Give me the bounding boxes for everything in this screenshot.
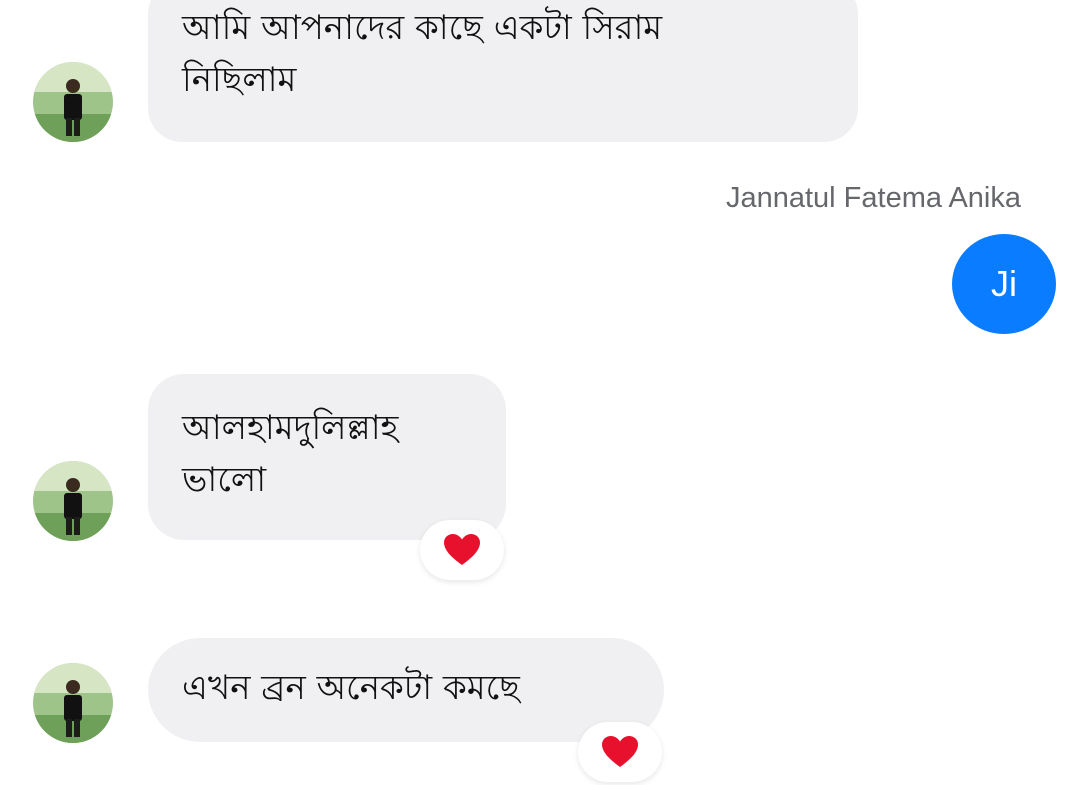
reaction-badge[interactable]: [420, 520, 504, 580]
message-text-line: ভালো: [182, 460, 267, 500]
heart-icon: [444, 534, 480, 565]
contact-avatar[interactable]: [33, 461, 113, 541]
sender-name: Jannatul Fatema Anika: [725, 182, 1021, 214]
reaction-badge[interactable]: [578, 722, 662, 782]
contact-avatar[interactable]: [33, 62, 113, 142]
message-text: Ji: [991, 263, 1017, 304]
message-text-line: নিছিলাম: [182, 60, 297, 100]
message-text-line: আমি আপনাদের কাছে একটা সিরাম: [182, 8, 663, 48]
outgoing-message-bubble[interactable]: Ji: [952, 234, 1056, 334]
heart-icon: [602, 736, 638, 767]
incoming-message-bubble[interactable]: আমি আপনাদের কাছে একটা সিরাম নিছিলাম: [148, 0, 858, 142]
chat-thread: আমি আপনাদের কাছে একটা সিরাম নিছিলাম Jann…: [0, 0, 1079, 785]
incoming-message-bubble[interactable]: এখন ব্রন অনেকটা কমছে: [148, 638, 664, 742]
incoming-message-bubble[interactable]: আলহামদুলিল্লাহ ভালো: [148, 374, 506, 540]
message-text-line: আলহামদুলিল্লাহ: [182, 408, 399, 448]
contact-avatar[interactable]: [33, 663, 113, 743]
message-text-line: এখন ব্রন অনেকটা কমছে: [182, 668, 520, 708]
